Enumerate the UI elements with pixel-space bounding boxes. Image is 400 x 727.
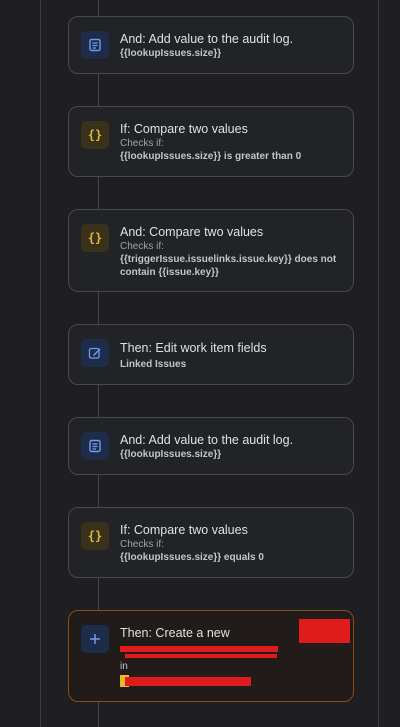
redaction-block (120, 646, 278, 652)
left-divider (40, 0, 41, 727)
step-detail: {{triggerIssue.issuelinks.issue.key}} do… (120, 254, 337, 278)
audit-log-icon (81, 31, 109, 59)
step-title: And: Add value to the audit log. (120, 32, 294, 46)
redaction-block (125, 677, 251, 686)
condition-braces-icon: {} (81, 224, 109, 252)
flow-step-compare-values-1[interactable]: {} If: Compare two values Checks if: {{l… (68, 106, 354, 177)
flow-step-compare-values-2[interactable]: {} And: Compare two values Checks if: {{… (68, 209, 354, 292)
automation-flow-canvas: And: Add value to the audit log. {{looku… (0, 0, 400, 727)
step-detail: {{lookupIssues.size}} is greater than 0 (120, 151, 302, 162)
right-divider (378, 0, 379, 727)
step-detail: {{lookupIssues.size}} (120, 449, 222, 460)
step-subtitle: Checks if: (120, 539, 164, 550)
step-title: If: Compare two values (120, 122, 248, 136)
braces-glyph: {} (87, 231, 103, 245)
step-subtitle: Checks if: (120, 138, 164, 149)
condition-braces-icon: {} (81, 522, 109, 550)
redaction-block (125, 654, 277, 658)
redaction-block (299, 619, 350, 643)
step-subtitle: Checks if: (120, 241, 164, 252)
step-detail: Linked Issues (120, 359, 187, 370)
flow-step-edit-fields[interactable]: Then: Edit work item fields Linked Issue… (68, 324, 354, 385)
step-title: And: Add value to the audit log. (120, 433, 294, 447)
condition-braces-icon: {} (81, 121, 109, 149)
flow-step-compare-values-3[interactable]: {} If: Compare two values Checks if: {{l… (68, 507, 354, 578)
audit-log-icon (81, 432, 109, 460)
step-detail: {{lookupIssues.size}} equals 0 (120, 552, 264, 563)
step-title: Then: Edit work item fields (120, 341, 267, 355)
braces-glyph: {} (87, 128, 103, 142)
step-detail: in (120, 661, 128, 672)
plus-icon (81, 625, 109, 653)
step-title: And: Compare two values (120, 225, 264, 239)
step-title: If: Compare two values (120, 523, 248, 537)
flow-step-audit-log-1[interactable]: And: Add value to the audit log. {{looku… (68, 16, 354, 74)
step-detail: {{lookupIssues.size}} (120, 48, 222, 59)
braces-glyph: {} (87, 529, 103, 543)
edit-icon (81, 339, 109, 367)
flow-step-create-new[interactable]: Then: Create a new in (68, 610, 354, 702)
flow-step-audit-log-2[interactable]: And: Add value to the audit log. {{looku… (68, 417, 354, 475)
